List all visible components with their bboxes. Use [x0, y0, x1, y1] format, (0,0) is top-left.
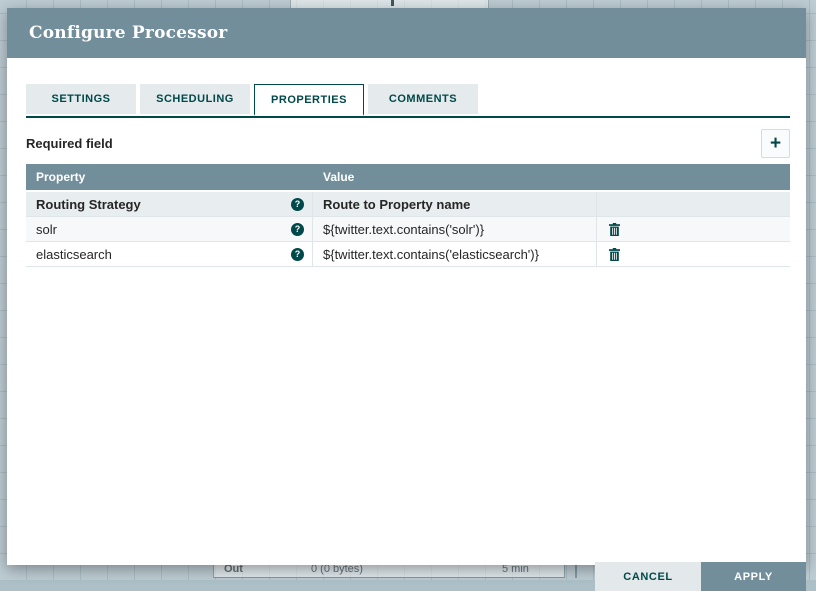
tab-properties[interactable]: PROPERTIES — [254, 84, 364, 116]
table-row: Routing Strategy ? Route to Property nam… — [26, 192, 790, 217]
property-name: Routing Strategy — [36, 197, 141, 212]
cancel-button[interactable]: CANCEL — [595, 562, 701, 591]
value-cell[interactable]: Route to Property name — [313, 192, 597, 216]
help-icon[interactable]: ? — [291, 223, 304, 236]
delete-property-button[interactable] — [609, 248, 620, 261]
trash-icon — [609, 248, 620, 261]
properties-table: Property Value Routing Strategy ? Route … — [26, 164, 790, 267]
background-tick — [391, 0, 394, 6]
tab-scheduling[interactable]: SCHEDULING — [140, 84, 250, 114]
trash-icon — [609, 223, 620, 236]
required-field-row: Required field + — [26, 128, 790, 158]
dialog-body: SETTINGS SCHEDULING PROPERTIES COMMENTS … — [7, 84, 806, 591]
delete-property-button[interactable] — [609, 223, 620, 236]
property-name: elasticsearch — [36, 247, 112, 262]
tab-comments[interactable]: COMMENTS — [368, 84, 478, 114]
table-header-row: Property Value — [26, 164, 790, 190]
dialog-title: Configure Processor — [7, 23, 227, 43]
table-row: elasticsearch ? ${twitter.text.contains(… — [26, 242, 790, 267]
configure-processor-dialog: Configure Processor SETTINGS SCHEDULING … — [7, 8, 806, 565]
tab-settings[interactable]: SETTINGS — [26, 84, 136, 114]
table-row: solr ? ${twitter.text.contains('solr')} — [26, 217, 790, 242]
tab-bar: SETTINGS SCHEDULING PROPERTIES COMMENTS — [26, 84, 790, 118]
column-header-actions — [597, 164, 790, 190]
column-header-value: Value — [313, 164, 597, 190]
property-name: solr — [36, 222, 57, 237]
dialog-header: Configure Processor — [7, 8, 806, 58]
help-icon[interactable]: ? — [291, 248, 304, 261]
actions-cell — [597, 192, 790, 216]
actions-cell — [597, 217, 790, 241]
dialog-footer: CANCEL APPLY — [595, 562, 806, 591]
value-cell[interactable]: ${twitter.text.contains('solr')} — [313, 217, 597, 241]
help-icon[interactable]: ? — [291, 198, 304, 211]
column-header-property: Property — [26, 164, 313, 190]
apply-button[interactable]: APPLY — [701, 562, 806, 591]
property-cell: solr ? — [26, 217, 313, 241]
plus-icon: + — [770, 134, 781, 153]
property-cell: Routing Strategy ? — [26, 192, 313, 216]
actions-cell — [597, 242, 790, 266]
required-field-label: Required field — [26, 136, 113, 151]
value-cell[interactable]: ${twitter.text.contains('elasticsearch')… — [313, 242, 597, 266]
background-processor-fragment — [290, 0, 489, 8]
add-property-button[interactable]: + — [761, 129, 790, 158]
property-cell: elasticsearch ? — [26, 242, 313, 266]
